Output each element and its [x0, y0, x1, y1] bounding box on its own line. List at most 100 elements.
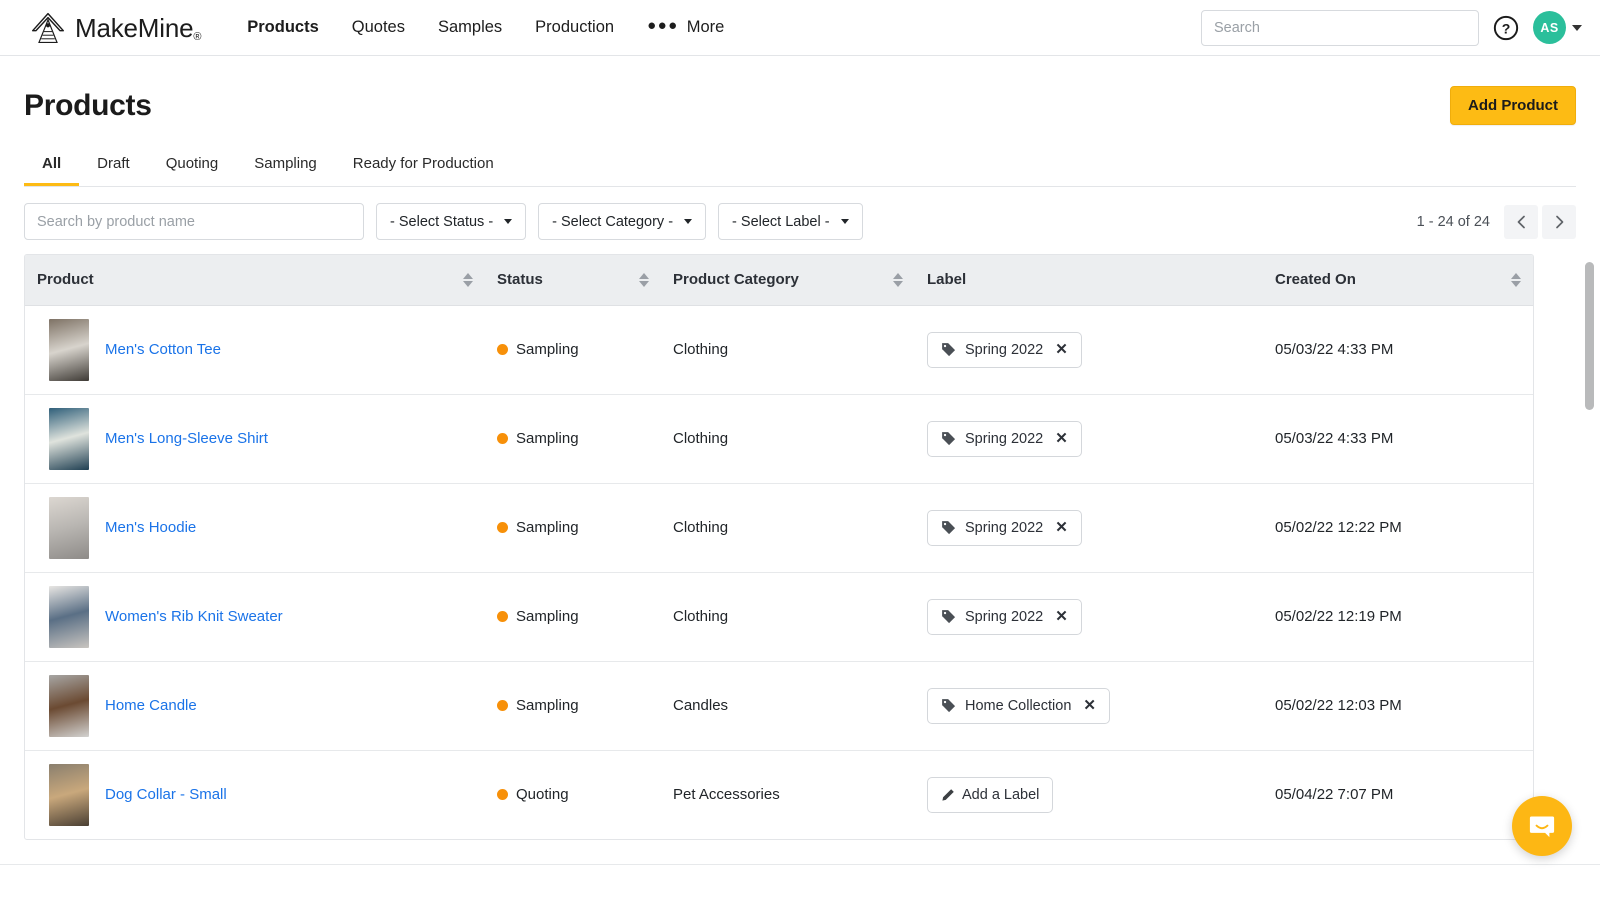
product-name-link[interactable]: Women's Rib Knit Sweater [105, 608, 283, 625]
add-a-label-button[interactable]: Add a Label [927, 776, 1054, 813]
svg-text:?: ? [1502, 20, 1511, 36]
remove-label-icon[interactable]: ✕ [1055, 609, 1068, 624]
product-thumbnail [49, 318, 89, 381]
cell-created-on: 05/02/22 12:03 PM [1263, 661, 1533, 751]
cell-product: Men's Hoodie [25, 483, 485, 573]
product-name-link[interactable]: Dog Collar - Small [105, 786, 227, 803]
filter-bar: - Select Status - - Select Category - - … [24, 187, 1576, 254]
status-dot-icon [497, 700, 508, 711]
product-search-input[interactable] [24, 203, 364, 240]
product-name-link[interactable]: Home Candle [105, 697, 197, 714]
primary-nav: Products Quotes Samples Production ●●● M… [247, 18, 725, 37]
cell-label: Home Collection ✕ [915, 661, 1263, 751]
column-header-created-on[interactable]: Created On [1263, 255, 1533, 306]
table-row[interactable]: Men's Cotton Tee Sampling Clothing Spring 2… [25, 305, 1533, 395]
tab-quoting[interactable]: Quoting [148, 147, 237, 186]
nav-item-quotes[interactable]: Quotes [352, 19, 405, 36]
label-filter-label: - Select Label - [732, 213, 830, 230]
label-filter-select[interactable]: - Select Label - [718, 203, 863, 240]
created-on-text: 05/04/22 7:07 PM [1275, 786, 1394, 804]
table-vertical-scrollbar[interactable] [1585, 262, 1594, 702]
table-row[interactable]: Dog Collar - Small Quoting Pet Accessories… [25, 750, 1533, 839]
sort-icon-created-on[interactable] [1511, 272, 1521, 287]
cell-product: Dog Collar - Small [25, 750, 485, 839]
tab-sampling[interactable]: Sampling [236, 147, 335, 186]
status-filter-label: - Select Status - [390, 213, 494, 230]
table-row[interactable]: Home Candle Sampling Candles Home Collectio… [25, 661, 1533, 751]
column-header-status[interactable]: Status [485, 255, 661, 306]
column-label-product-category: Product Category [673, 271, 799, 289]
cell-product: Men's Long-Sleeve Shirt [25, 394, 485, 484]
global-search-input[interactable] [1201, 9, 1479, 46]
table-body: Men's Cotton Tee Sampling Clothing Spring 2… [25, 305, 1533, 839]
column-header-product-category[interactable]: Product Category [661, 255, 915, 306]
nav-right-cluster: ? AS [1201, 9, 1582, 46]
brand-logo[interactable]: MakeMine® [30, 10, 201, 46]
nav-item-products[interactable]: Products [247, 19, 319, 36]
product-name-link[interactable]: Men's Long-Sleeve Shirt [105, 430, 268, 447]
product-category-text: Candles [673, 697, 729, 714]
scrollbar-thumb[interactable] [1585, 262, 1594, 410]
table-header-row: Product Status Product Category Label Cr… [25, 255, 1533, 306]
tab-ready-for-production[interactable]: Ready for Production [335, 147, 512, 186]
cell-product: Home Candle [25, 661, 485, 751]
status-text: Sampling [516, 697, 579, 714]
nav-item-samples[interactable]: Samples [438, 19, 502, 36]
label-chip[interactable]: Spring 2022 ✕ [927, 509, 1082, 546]
status-dot-icon [497, 611, 508, 622]
tab-draft[interactable]: Draft [79, 147, 148, 186]
cell-product-category: Candles [661, 661, 915, 751]
nav-item-more[interactable]: ●●● More [647, 18, 725, 37]
makemine-pyramid-icon [31, 12, 65, 43]
status-dot-icon [497, 344, 508, 355]
nav-item-more-label: More [686, 18, 725, 37]
status-filter-select[interactable]: - Select Status - [376, 203, 527, 240]
cell-product-category: Clothing [661, 305, 915, 395]
label-chip-text: Home Collection [965, 697, 1072, 714]
label-chip[interactable]: Spring 2022 ✕ [927, 420, 1082, 457]
products-table-container: Product Status Product Category Label Cr… [24, 254, 1594, 840]
sort-icon-status[interactable] [639, 272, 649, 287]
cell-product: Women's Rib Knit Sweater [25, 572, 485, 662]
chevron-down-icon [840, 219, 849, 224]
help-icon[interactable]: ? [1493, 15, 1519, 41]
chat-launcher-button[interactable] [1512, 796, 1572, 856]
label-chip-text: Spring 2022 [965, 430, 1044, 447]
cell-label: Spring 2022 ✕ [915, 572, 1263, 662]
table-row[interactable]: Men's Long-Sleeve Shirt Sampling Clothing S… [25, 394, 1533, 484]
remove-label-icon[interactable]: ✕ [1083, 698, 1096, 713]
remove-label-icon[interactable]: ✕ [1055, 342, 1068, 357]
cell-created-on: 05/03/22 4:33 PM [1263, 394, 1533, 484]
avatar: AS [1533, 11, 1566, 44]
category-filter-label: - Select Category - [552, 213, 674, 230]
add-product-button[interactable]: Add Product [1450, 86, 1576, 125]
tab-all[interactable]: All [24, 147, 80, 186]
label-chip[interactable]: Spring 2022 ✕ [927, 598, 1082, 635]
column-label-product: Product [37, 271, 94, 289]
pagination-next-button[interactable] [1542, 204, 1576, 239]
cell-status: Sampling [485, 483, 661, 573]
page-bottom-strip [0, 864, 1600, 900]
product-name-link[interactable]: Men's Cotton Tee [105, 341, 221, 358]
created-on-text: 05/02/22 12:03 PM [1275, 697, 1402, 714]
label-chip-text: Spring 2022 [965, 341, 1044, 358]
nav-item-production[interactable]: Production [535, 19, 614, 36]
brand-name: MakeMine® [75, 13, 202, 43]
cell-label: Add a Label [915, 750, 1263, 839]
sort-icon-product[interactable] [463, 272, 473, 287]
status-dot-icon [497, 522, 508, 533]
table-row[interactable]: Women's Rib Knit Sweater Sampling Clothing… [25, 572, 1533, 662]
remove-label-icon[interactable]: ✕ [1055, 431, 1068, 446]
column-header-product[interactable]: Product [25, 255, 485, 306]
remove-label-icon[interactable]: ✕ [1055, 520, 1068, 535]
sort-icon-product-category[interactable] [893, 272, 903, 287]
label-chip[interactable]: Spring 2022 ✕ [927, 331, 1082, 368]
cell-label: Spring 2022 ✕ [915, 305, 1263, 395]
user-menu[interactable]: AS [1533, 11, 1582, 44]
table-row[interactable]: Men's Hoodie Sampling Clothing Spring 2022 ✕… [25, 483, 1533, 573]
product-name-link[interactable]: Men's Hoodie [105, 519, 196, 536]
products-table-scroll: Product Status Product Category Label Cr… [24, 254, 1534, 840]
label-chip[interactable]: Home Collection ✕ [927, 687, 1110, 724]
pagination-prev-button[interactable] [1504, 204, 1538, 239]
category-filter-select[interactable]: - Select Category - [538, 203, 707, 240]
